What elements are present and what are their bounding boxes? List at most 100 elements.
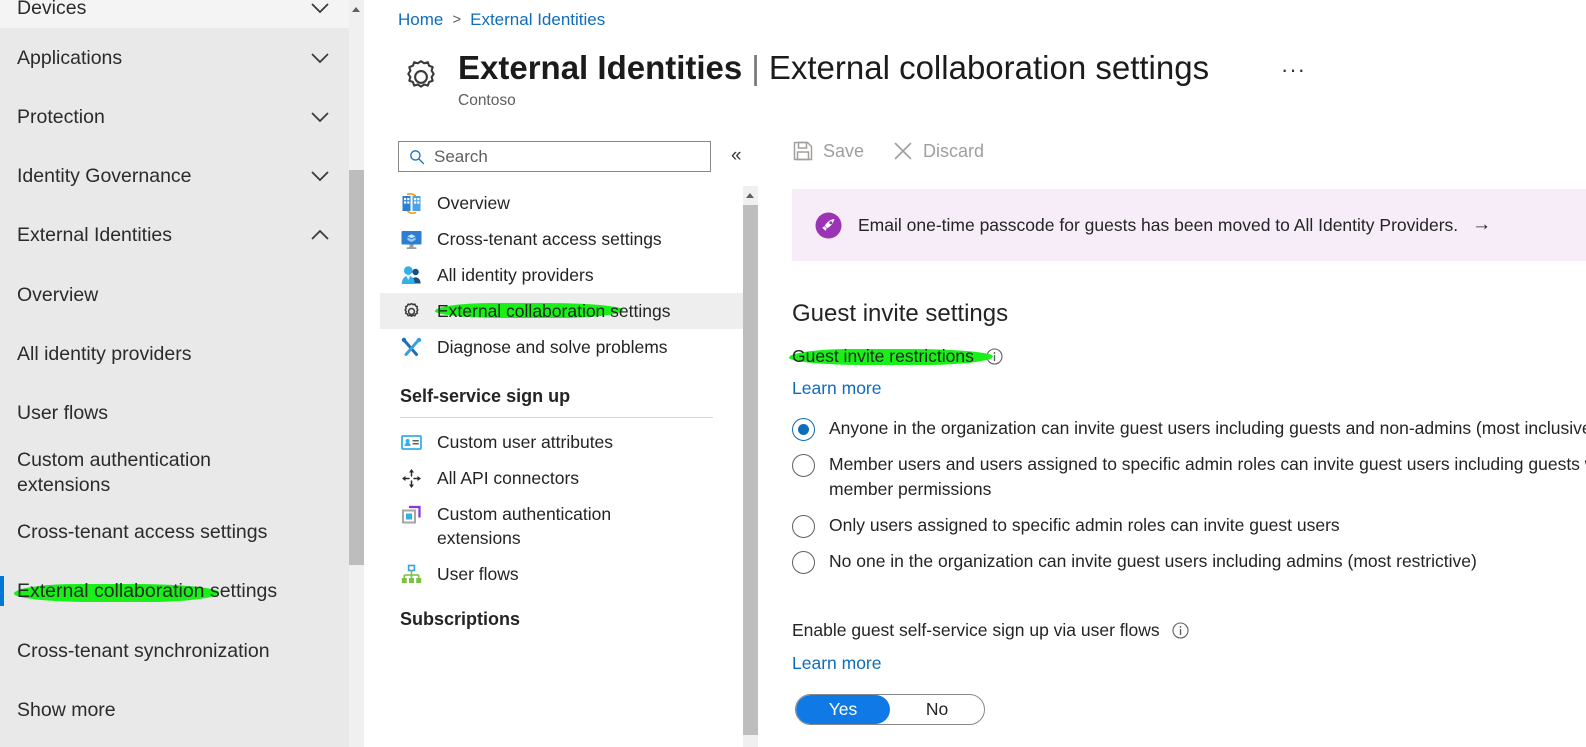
radio-button-icon[interactable] <box>792 515 815 538</box>
tools-icon <box>400 336 423 359</box>
menu-item-custom-user-attributes[interactable]: Custom user attributes <box>380 424 743 460</box>
collapse-panel-icon[interactable]: « <box>731 145 742 167</box>
sidebar-item-label: Show more <box>17 699 116 721</box>
radio-option-label: No one in the organization can invite gu… <box>829 551 1477 571</box>
toggle-option-yes[interactable]: Yes <box>796 695 890 724</box>
monitor-icon <box>400 228 423 251</box>
radio-button-icon[interactable] <box>792 454 815 477</box>
sidebar-item-devices[interactable]: Devices <box>0 0 349 23</box>
rocket-icon <box>815 212 842 239</box>
info-icon[interactable] <box>1172 622 1189 639</box>
squares-icon <box>400 503 423 526</box>
toggle-option-no[interactable]: No <box>890 695 984 724</box>
menu-section-title-subscriptions: Subscriptions <box>400 609 521 629</box>
save-button-label: Save <box>823 140 865 161</box>
resource-menu-scrollbar-thumb[interactable] <box>743 205 758 735</box>
sidebar-item-external-identities[interactable]: External Identities <box>0 223 349 250</box>
self-service-signup-label-row: Enable guest self-service sign up via us… <box>792 620 1189 641</box>
menu-section-divider <box>400 417 713 418</box>
menu-item-label: All identity providers <box>437 265 594 285</box>
guest-invite-restrictions-label: Guest invite restrictions <box>789 346 993 367</box>
sidebar-item-cross-tenant-synchronization[interactable]: Cross-tenant synchronization <box>0 639 349 664</box>
search-input[interactable]: Search <box>398 141 711 172</box>
menu-item-label: User flows <box>437 564 519 584</box>
sidebar-item-all-identity-providers[interactable]: All identity providers <box>0 342 349 367</box>
menu-item-all-api-connectors[interactable]: All API connectors <box>380 460 743 496</box>
menu-item-external-collaboration-settings[interactable]: External collaboration settings <box>380 293 743 329</box>
chevron-down-icon <box>307 46 333 73</box>
chevron-down-icon <box>307 105 333 132</box>
menu-item-label: External collaboration settings <box>435 299 735 323</box>
close-icon <box>892 140 914 162</box>
sitemap-icon <box>400 563 423 586</box>
menu-item-overview[interactable]: Overview <box>380 185 743 221</box>
discard-button[interactable]: Discard <box>892 140 984 162</box>
sidebar-item-cross-tenant-access-settings[interactable]: Cross-tenant access settings <box>0 520 349 545</box>
menu-item-all-identity-providers[interactable]: All identity providers <box>380 257 743 293</box>
menu-item-label: All API connectors <box>437 468 580 488</box>
command-bar: Save Discard <box>792 140 984 162</box>
sidebar-item-external-collaboration-settings[interactable]: External collaboration settings <box>0 579 349 604</box>
self-service-signup-toggle[interactable]: Yes No <box>795 694 985 725</box>
learn-more-link-guest-invite[interactable]: Learn more <box>792 378 882 399</box>
save-icon <box>792 140 814 162</box>
sidebar-item-label: Custom authentication extensions <box>17 449 212 496</box>
page-header: External Identities | External collabora… <box>398 46 1209 111</box>
sidebar-item-label: Protection <box>17 106 105 128</box>
sidebar-item-overview[interactable]: Overview <box>0 283 349 308</box>
radio-option-label: Member users and users assigned to speci… <box>829 454 1586 499</box>
connectors-icon <box>400 467 423 490</box>
sidebar-item-label: User flows <box>17 402 109 424</box>
sidebar-item-show-more[interactable]: Show more <box>0 698 349 723</box>
arrow-right-icon[interactable]: → <box>1472 214 1491 236</box>
info-banner[interactable]: Email one-time passcode for guests has b… <box>792 189 1586 261</box>
radio-option-member-users[interactable]: Member users and users assigned to speci… <box>792 452 1586 502</box>
search-icon <box>409 149 425 165</box>
section-title-guest-invite-settings: Guest invite settings <box>792 300 1009 327</box>
page-title-separator: | <box>751 49 760 86</box>
overview-icon <box>400 192 423 215</box>
more-options-button[interactable]: ··· <box>1281 57 1306 83</box>
menu-item-label-text: External collaboration settings <box>437 301 671 321</box>
breadcrumb-current-link[interactable]: External Identities <box>470 8 605 32</box>
learn-more-link-self-service[interactable]: Learn more <box>792 653 882 674</box>
left-navigation-rail: Devices Applications Protection Identity… <box>0 0 349 747</box>
sidebar-item-label: Applications <box>17 47 123 69</box>
radio-option-admin-roles-only[interactable]: Only users assigned to specific admin ro… <box>792 513 1586 538</box>
sidebar-item-protection[interactable]: Protection <box>0 105 349 132</box>
sidebar-item-user-flows[interactable]: User flows <box>0 401 349 426</box>
guest-invite-restrictions-label-row: Guest invite restrictions <box>789 346 1003 367</box>
sidebar-item-label: Overview <box>17 284 99 306</box>
gear-icon <box>400 300 423 323</box>
sidebar-item-custom-authentication-extensions[interactable]: Custom authentication extensions <box>0 448 349 498</box>
chevron-down-icon <box>307 0 333 23</box>
save-button[interactable]: Save <box>792 140 864 162</box>
left-rail-scrollbar-thumb[interactable] <box>349 170 364 565</box>
menu-item-custom-authentication-extensions[interactable]: Custom authentication extensions <box>380 496 743 556</box>
menu-section-title-self-service: Self-service sign up <box>400 386 571 406</box>
breadcrumb: Home > External Identities <box>398 8 605 32</box>
sidebar-item-identity-governance[interactable]: Identity Governance <box>0 164 349 191</box>
self-service-signup-label: Enable guest self-service sign up via us… <box>792 620 1160 640</box>
radio-option-label: Only users assigned to specific admin ro… <box>829 515 1340 535</box>
id-card-icon <box>400 431 423 454</box>
guest-invite-restrictions-label-text: Guest invite restrictions <box>792 346 974 366</box>
sidebar-item-applications[interactable]: Applications <box>0 46 349 73</box>
scroll-up-arrow-icon[interactable] <box>743 186 758 203</box>
radio-button-icon[interactable] <box>792 418 815 441</box>
azure-portal-screen: Devices Applications Protection Identity… <box>0 0 1586 747</box>
menu-item-label: Custom user attributes <box>437 432 614 452</box>
page-title: External Identities | External collabora… <box>458 46 1209 90</box>
scroll-up-arrow-icon[interactable] <box>349 0 364 17</box>
menu-item-diagnose-and-solve-problems[interactable]: Diagnose and solve problems <box>380 329 743 365</box>
breadcrumb-home-link[interactable]: Home <box>398 8 443 32</box>
menu-item-cross-tenant-access-settings[interactable]: Cross-tenant access settings <box>380 221 743 257</box>
radio-option-no-one[interactable]: No one in the organization can invite gu… <box>792 549 1586 574</box>
menu-item-user-flows[interactable]: User flows <box>380 556 743 592</box>
main-content: Save Discard Email one-time passcode for… <box>762 132 1586 747</box>
people-icon <box>400 264 423 287</box>
info-banner-text: Email one-time passcode for guests has b… <box>858 214 1459 235</box>
radio-button-icon[interactable] <box>792 551 815 574</box>
chevron-down-icon <box>307 164 333 191</box>
radio-option-anyone[interactable]: Anyone in the organization can invite gu… <box>792 416 1586 441</box>
